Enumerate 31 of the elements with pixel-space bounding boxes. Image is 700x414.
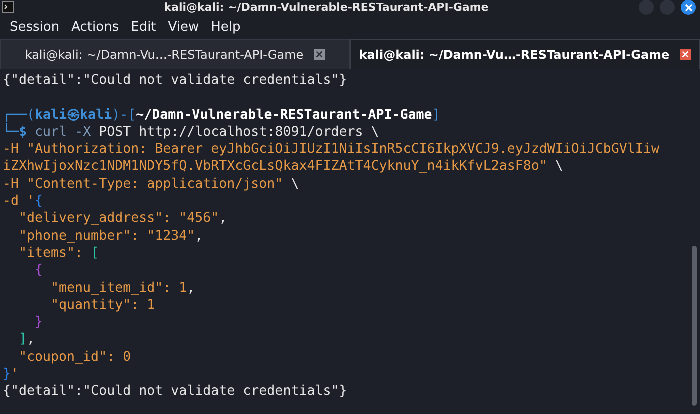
close-tab-icon[interactable] — [680, 49, 691, 60]
terminal-line: {"detail":"Could not validate credentials"} — [3, 384, 348, 400]
menu-item[interactable]: View — [162, 20, 206, 34]
terminal-line: "phone_number": "1234", — [18, 228, 204, 244]
terminal-tab[interactable]: kali@kali: ~/Damn-Vu…-RESTaurant-API-Game — [350, 39, 700, 69]
terminal-line: -d '{ — [3, 194, 44, 210]
menu-item[interactable]: Edit — [125, 20, 162, 34]
terminal-line: └─$ curl -X POST http://localhost:8091/orders \ — [3, 124, 380, 140]
terminal-line: } — [34, 315, 44, 330]
terminal-icon — [2, 1, 14, 13]
terminal-line: ┌──(kali㉿kali)-[~/Damn-Vulnerable-RESTaurant-API-Game] — [3, 108, 440, 123]
terminal-line: "items": [ — [18, 246, 100, 261]
terminal-line: iZXhwIjoxNzc1NDM1NDY5fQ.VbRTXcGcLsQkax4FIZAtT4CyknuY_n4ikKfvL2asF8o" \ — [3, 159, 564, 174]
close-button[interactable] — [681, 0, 696, 15]
terminal-line: {"detail":"Could not validate credentials"} — [3, 73, 348, 88]
close-icon — [684, 2, 694, 12]
terminal-line: "menu_item_id": 1, — [50, 280, 196, 296]
scrollbar-thumb[interactable] — [692, 246, 697, 406]
menu-item[interactable]: Actions — [66, 20, 126, 34]
terminal-line: -H "Content-Type: application/json" \ — [3, 176, 300, 192]
terminal-line: -H "Authorization: Bearer eyJhbGciOiJIUzI1NiIsInR5cCI6IkpXVCJ9.eyJzdWIiOiJCbGVlIiw — [3, 142, 660, 158]
window-title: kali@kali: ~/Damn-Vulnerable-RESTaurant-API-Game — [163, 1, 490, 14]
terminal-line: "coupon_id": 0 — [18, 350, 132, 365]
terminal-line: }' — [3, 367, 20, 382]
terminal-line: "delivery_address": "456", — [18, 211, 228, 226]
menu-item[interactable]: Help — [205, 20, 247, 34]
terminal-tab[interactable]: kali@kali: ~/Damn-Vu…-RESTaurant-API-Game — [0, 39, 350, 69]
terminal-line: { — [34, 263, 44, 278]
terminal-line: ], — [18, 332, 36, 348]
terminal-line: "quantity": 1 — [50, 298, 156, 313]
menu-item[interactable]: Session — [4, 20, 66, 34]
